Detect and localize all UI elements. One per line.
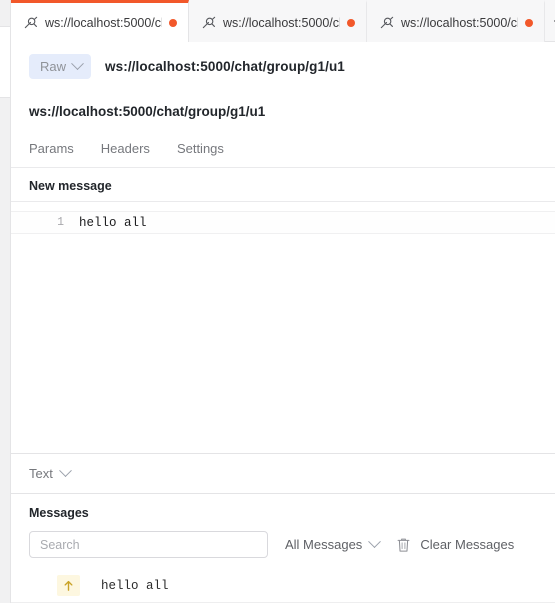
editor-line-number: 1 [57,216,64,229]
tab-label: ws://localhost:5000/ch [45,15,162,30]
tab-label: ws://localhost:5000/ch [223,15,340,30]
request-subtabs: Params Headers Settings [11,126,555,168]
message-direction-badge [57,575,80,596]
messages-section-label: Messages [11,493,555,520]
clear-messages-label: Clear Messages [420,537,515,552]
messages-toolbar: All Messages Clear Messages [11,520,555,569]
body-format-dropdown[interactable]: Text [29,464,72,481]
arrow-up-icon [64,580,73,591]
message-format-mode-dropdown[interactable]: Raw [29,53,92,79]
tab-unsaved-dot-icon[interactable] [169,18,177,27]
tab-item-3[interactable]: ws://localhost:5000/ch [367,0,545,42]
chevron-down-icon [71,56,84,70]
message-format-mode-label: Raw [40,58,67,74]
editor-format-bar: Text [11,453,555,493]
tab-unsaved-dot-icon[interactable] [347,18,355,27]
page-title: ws://localhost:5000/chat/group/g1/u1 [29,104,266,119]
message-row[interactable]: hello all [11,569,555,603]
websocket-icon [202,16,216,29]
tab-params[interactable]: Params [29,141,74,158]
editor-content[interactable]: hello all [75,216,147,230]
tab-bar: ws://localhost:5000/ch ws://localhost:50… [11,0,555,42]
message-text: hello all [101,578,169,593]
tab-item-2[interactable]: ws://localhost:5000/ch [189,0,367,42]
search-input[interactable] [29,531,268,558]
tab-unsaved-dot-icon[interactable] [525,18,533,27]
connection-url[interactable]: ws://localhost:5000/chat/group/g1/u1 [105,59,345,74]
messages-list: hello all [11,569,555,603]
messages-filter-label: All Messages [285,537,363,552]
clear-messages-button[interactable]: Clear Messages [396,537,514,553]
websocket-icon [380,16,394,29]
main-content: ws://localhost:5000/ch ws://localhost:50… [11,0,555,603]
new-tab-button[interactable] [545,0,555,41]
new-message-label: New message [29,179,112,193]
tab-headers[interactable]: Headers [101,141,150,158]
chevron-down-icon [58,464,72,478]
left-rail-panel [0,26,10,98]
trash-icon [397,538,410,552]
tab-item-1[interactable]: ws://localhost:5000/ch [11,0,189,42]
body-format-label: Text [29,466,53,481]
editor-active-line[interactable]: 1 hello all [11,211,555,234]
message-editor[interactable]: 1 hello all [11,201,555,453]
messages-filter-dropdown[interactable]: All Messages [285,535,382,552]
chevron-down-icon [368,535,382,549]
websocket-client-window: ws://localhost:5000/ch ws://localhost:50… [0,0,555,603]
url-bar: Raw ws://localhost:5000/chat/group/g1/u1 [11,42,555,90]
websocket-icon [24,16,38,29]
tab-settings[interactable]: Settings [177,141,224,158]
tab-label: ws://localhost:5000/ch [401,15,518,30]
left-rail [0,0,11,603]
